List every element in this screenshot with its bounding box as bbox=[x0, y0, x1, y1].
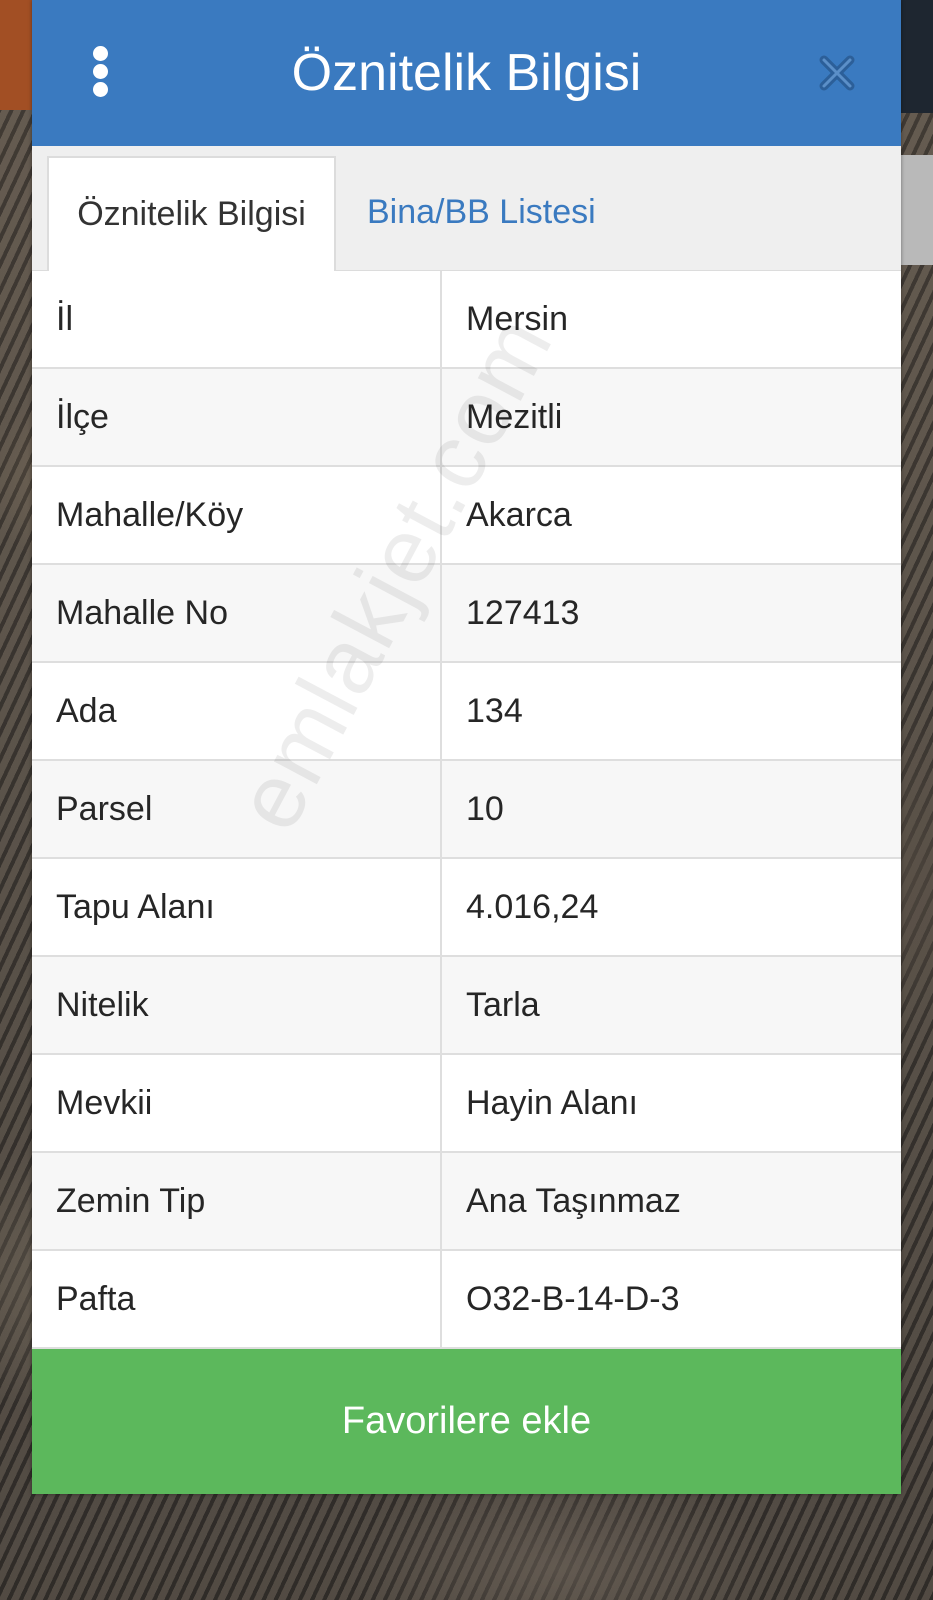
attribute-key: Mahalle/Köy bbox=[56, 496, 244, 534]
attribute-key: İlçe bbox=[56, 398, 109, 436]
attribute-value: 127413 bbox=[466, 594, 580, 632]
attribute-key: Pafta bbox=[56, 1280, 136, 1318]
attribute-value: 10 bbox=[466, 790, 504, 828]
table-row: Mahalle No 127413 bbox=[32, 565, 901, 663]
tab-attribute-info[interactable]: Öznitelik Bilgisi bbox=[47, 156, 336, 274]
attribute-key: Tapu Alanı bbox=[56, 888, 215, 926]
add-to-favorites-button[interactable]: Favorilere ekle bbox=[32, 1349, 901, 1494]
table-row: Mevkii Hayin Alanı bbox=[32, 1055, 901, 1153]
attribute-info-dialog: Öznitelik Bilgisi Öznitelik Bilgisi Bina… bbox=[32, 0, 901, 1494]
attribute-value: Akarca bbox=[466, 496, 572, 534]
dialog-title: Öznitelik Bilgisi bbox=[291, 44, 642, 102]
attribute-value: O32-B-14-D-3 bbox=[466, 1280, 680, 1318]
attribute-value: Tarla bbox=[466, 986, 540, 1024]
table-row: İlçe Mezitli bbox=[32, 369, 901, 467]
table-row: Ada 134 bbox=[32, 663, 901, 761]
table-row: Tapu Alanı 4.016,24 bbox=[32, 859, 901, 957]
tab-bar: Öznitelik Bilgisi Bina/BB Listesi bbox=[32, 146, 901, 274]
attribute-key: Mevkii bbox=[56, 1084, 153, 1122]
attribute-table: İl Mersin İlçe Mezitli Mahalle/Köy Akarc… bbox=[32, 271, 901, 1349]
table-row: Mahalle/Köy Akarca bbox=[32, 467, 901, 565]
table-row: Nitelik Tarla bbox=[32, 957, 901, 1055]
table-row: Pafta O32-B-14-D-3 bbox=[32, 1251, 901, 1349]
close-icon[interactable] bbox=[818, 54, 856, 92]
attribute-key: İl bbox=[56, 300, 73, 338]
attribute-value: Ana Taşınmaz bbox=[466, 1182, 681, 1220]
table-row: İl Mersin bbox=[32, 271, 901, 369]
table-row: Zemin Tip Ana Taşınmaz bbox=[32, 1153, 901, 1251]
tab-building-list[interactable]: Bina/BB Listesi bbox=[367, 156, 667, 270]
attribute-key: Ada bbox=[56, 692, 117, 730]
attribute-value: 134 bbox=[466, 692, 523, 730]
attribute-value: Mezitli bbox=[466, 398, 563, 436]
attribute-value: 4.016,24 bbox=[466, 888, 599, 926]
attribute-key: Mahalle No bbox=[56, 594, 228, 632]
map-edge-strip bbox=[0, 0, 32, 110]
attribute-value: Hayin Alanı bbox=[466, 1084, 638, 1122]
attribute-key: Nitelik bbox=[56, 986, 149, 1024]
table-row: Parsel 10 bbox=[32, 761, 901, 859]
attribute-value: Mersin bbox=[466, 300, 569, 338]
dialog-header: Öznitelik Bilgisi bbox=[32, 0, 901, 146]
attribute-key: Zemin Tip bbox=[56, 1182, 206, 1220]
attribute-key: Parsel bbox=[56, 790, 153, 828]
